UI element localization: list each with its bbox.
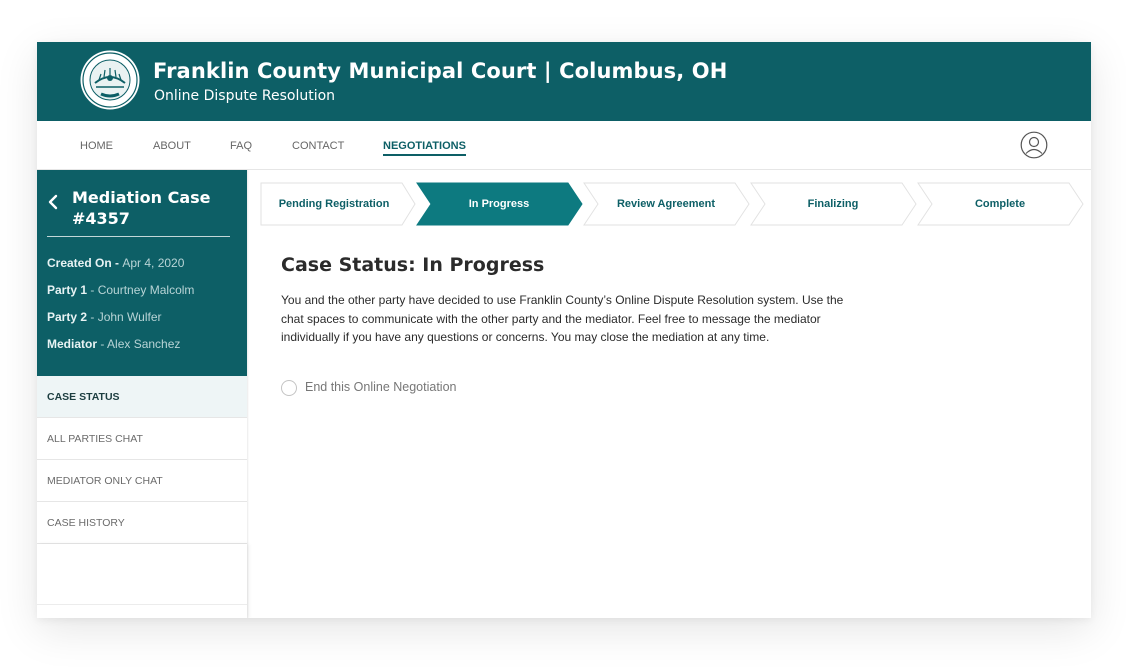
- sidebar-item-case-status[interactable]: CASE STATUS: [37, 376, 247, 418]
- county-seal-icon: [80, 50, 140, 110]
- case-summary-panel: Mediation Case #4357 Created On - Apr 4,…: [37, 170, 247, 376]
- end-negotiation-label: End this Online Negotiation: [305, 380, 457, 394]
- site-subtitle: Online Dispute Resolution: [154, 88, 336, 104]
- case-mediator: Mediator - Alex Sanchez: [47, 337, 181, 351]
- case-divider: [47, 236, 230, 237]
- case-party-2: Party 2 - John Wulfer: [47, 310, 162, 324]
- user-avatar-icon[interactable]: [1020, 131, 1048, 159]
- step-label: Pending Registration: [278, 198, 390, 210]
- step-pending-registration[interactable]: Pending Registration: [259, 182, 417, 226]
- step-in-progress[interactable]: In Progress: [415, 182, 585, 226]
- step-label: Complete: [974, 198, 1026, 210]
- nav-negotiations[interactable]: NEGOTIATIONS: [383, 140, 466, 156]
- step-finalizing[interactable]: Finalizing: [749, 182, 919, 226]
- sidebar-item-case-history[interactable]: CASE HISTORY: [37, 502, 247, 544]
- nav-faq[interactable]: FAQ: [230, 140, 252, 152]
- case-status-heading: Case Status: In Progress: [281, 254, 545, 276]
- court-title: Franklin County Municipal Court | Columb…: [153, 59, 728, 83]
- case-party-1: Party 1 - Courtney Malcolm: [47, 283, 195, 297]
- step-label: In Progress: [468, 198, 530, 210]
- nav-contact[interactable]: CONTACT: [292, 140, 344, 152]
- step-complete[interactable]: Complete: [916, 182, 1086, 226]
- sidebar-shadow: [247, 170, 249, 618]
- step-label: Finalizing: [807, 198, 859, 210]
- case-title: Mediation Case #4357: [72, 188, 211, 228]
- sidebar-item-all-parties-chat[interactable]: ALL PARTIES CHAT: [37, 418, 247, 460]
- step-review-agreement[interactable]: Review Agreement: [582, 182, 752, 226]
- site-header: Franklin County Municipal Court | Columb…: [37, 42, 1091, 121]
- progress-stepper: Pending Registration In Progress Review …: [259, 182, 1091, 226]
- sidebar-item-mediator-only-chat[interactable]: MEDIATOR ONLY CHAT: [37, 460, 247, 502]
- case-status-description: You and the other party have decided to …: [281, 293, 844, 344]
- end-negotiation-radio[interactable]: [281, 380, 297, 396]
- main-nav: HOME ABOUT FAQ CONTACT NEGOTIATIONS: [37, 121, 1091, 170]
- nav-home[interactable]: HOME: [80, 140, 113, 152]
- nav-about[interactable]: ABOUT: [153, 140, 191, 152]
- case-created-on: Created On - Apr 4, 2020: [47, 256, 185, 270]
- chevron-left-icon[interactable]: [47, 194, 59, 210]
- case-sidebar-menu: CASE STATUS ALL PARTIES CHAT MEDIATOR ON…: [37, 376, 247, 544]
- step-label: Review Agreement: [616, 198, 716, 210]
- app-window: Franklin County Municipal Court | Columb…: [37, 42, 1091, 618]
- sidebar-footer: [37, 544, 247, 618]
